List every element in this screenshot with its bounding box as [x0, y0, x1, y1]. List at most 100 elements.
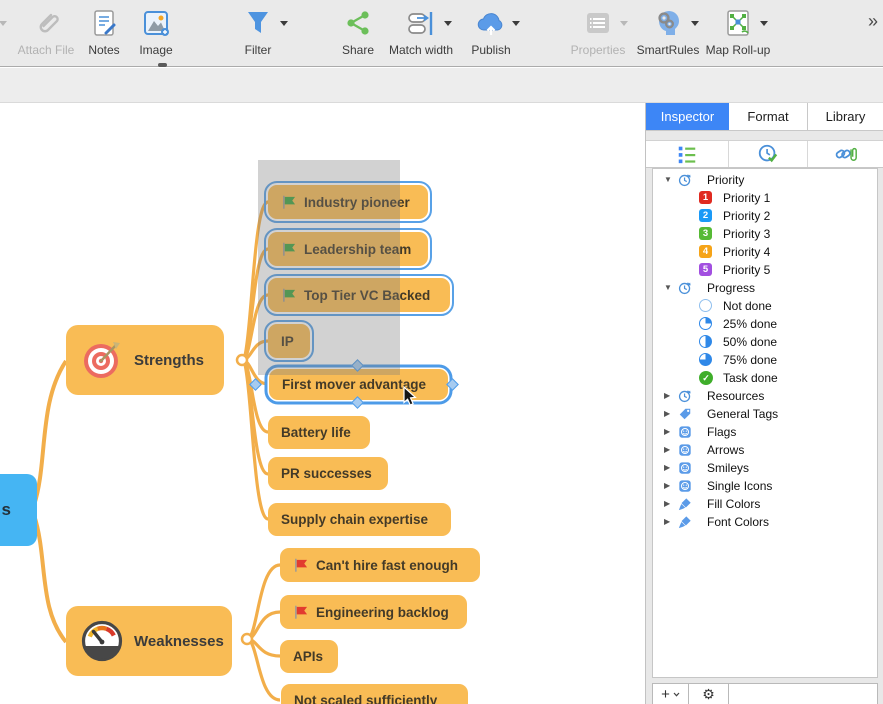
- tree-section-fill-colors[interactable]: ▶ Fill Colors: [653, 495, 877, 513]
- map-rollup-dropdown-caret-icon[interactable]: [760, 21, 768, 26]
- disclosure-closed-icon[interactable]: ▶: [664, 391, 670, 400]
- tree-section-label: Resources: [707, 389, 765, 403]
- tree-section-label: Fill Colors: [707, 497, 761, 511]
- tab-format[interactable]: Format: [729, 103, 808, 130]
- topic-supply-chain-expertise[interactable]: Supply chain expertise: [268, 503, 451, 536]
- toolbar-overflow-button[interactable]: »: [868, 11, 878, 32]
- panel-tab-bar: Inspector Format Library: [646, 103, 883, 131]
- subtab-links-attachments[interactable]: [808, 141, 883, 167]
- inspector-panel: Inspector Format Library ▼ Priority 1 Pr…: [645, 103, 883, 704]
- tree-item-label: 25% done: [723, 317, 778, 331]
- subtab-task-info[interactable]: [729, 141, 808, 167]
- tree-item-label: 75% done: [723, 353, 778, 367]
- priority-2-badge: 2: [699, 209, 712, 222]
- tree-section-label: Priority: [707, 173, 745, 187]
- priority-4-badge: 4: [699, 245, 712, 258]
- disclosure-closed-icon[interactable]: ▶: [664, 517, 670, 526]
- gauge-icon: [80, 619, 124, 663]
- settings-button[interactable]: ⚙: [689, 684, 729, 704]
- share-label: Share: [341, 43, 375, 57]
- tree-item-label: Task done: [723, 371, 778, 385]
- filter-dropdown-caret-icon[interactable]: [280, 21, 288, 26]
- subtab-task-list[interactable]: [646, 141, 729, 167]
- toolbar-splitter-handle[interactable]: [158, 63, 167, 67]
- tree-section-font-colors[interactable]: ▶ Font Colors: [653, 513, 877, 531]
- publish-button[interactable]: Publish: [445, 6, 537, 57]
- app-window: Attach File Notes Image Filter Share Mat…: [0, 0, 883, 704]
- topic-strengths[interactable]: Strengths: [66, 325, 224, 395]
- tree-section-general-tags[interactable]: ▶ General Tags: [653, 405, 877, 423]
- disclosure-closed-icon[interactable]: ▶: [664, 463, 670, 472]
- red-flag-icon: [293, 605, 309, 619]
- topic-label: Not scaled sufficiently: [294, 693, 438, 704]
- tree-item-50-done[interactable]: 50% done: [653, 333, 877, 351]
- central-topic-label: s: [1, 500, 11, 519]
- topic-battery-life[interactable]: Battery life: [268, 416, 370, 449]
- icon-marker-icon: [678, 461, 692, 478]
- publish-dropdown-caret-icon[interactable]: [512, 21, 520, 26]
- tree-item-task-done[interactable]: ✓ Task done: [653, 369, 877, 387]
- disclosure-closed-icon[interactable]: ▶: [664, 409, 670, 418]
- tree-section-arrows[interactable]: ▶ Arrows: [653, 441, 877, 459]
- tab-library[interactable]: Library: [808, 103, 883, 130]
- progress-0-icon: [699, 299, 712, 312]
- tree-item-label: Priority 5: [723, 263, 771, 277]
- tree-section-flags[interactable]: ▶ Flags: [653, 423, 877, 441]
- disclosure-closed-icon[interactable]: ▶: [664, 445, 670, 454]
- image-button[interactable]: Image: [110, 6, 202, 57]
- panel-footer: + ⚙: [652, 683, 878, 704]
- tree-item-not-done[interactable]: Not done: [653, 297, 877, 315]
- secondary-bar: [0, 68, 883, 103]
- tree-section-label: Flags: [707, 425, 737, 439]
- tree-item-label: Priority 4: [723, 245, 771, 259]
- tree-item-label: Not done: [723, 299, 772, 313]
- clock-icon: [678, 281, 692, 298]
- tab-inspector[interactable]: Inspector: [646, 103, 729, 130]
- tree-item-priority-1[interactable]: 1 Priority 1: [653, 189, 877, 207]
- map-rollup-icon: [721, 6, 755, 40]
- clock-icon: [678, 173, 692, 190]
- tree-item-priority-5[interactable]: 5 Priority 5: [653, 261, 877, 279]
- tree-item-priority-3[interactable]: 3 Priority 3: [653, 225, 877, 243]
- tree-section-progress[interactable]: ▼ Progress: [653, 279, 877, 297]
- priority-5-badge: 5: [699, 263, 712, 276]
- tree-item-25-done[interactable]: 25% done: [653, 315, 877, 333]
- tree-section-resources[interactable]: ▶ Resources: [653, 387, 877, 405]
- tree-item-priority-2[interactable]: 2 Priority 2: [653, 207, 877, 225]
- topic-weaknesses[interactable]: Weaknesses: [66, 606, 232, 676]
- tree-item-75-done[interactable]: 75% done: [653, 351, 877, 369]
- task-list-icon: [676, 143, 698, 165]
- topic-central[interactable]: s: [0, 474, 37, 546]
- tree-section-priority[interactable]: ▼ Priority: [653, 171, 877, 189]
- topic-pr-successes[interactable]: PR successes: [268, 457, 388, 490]
- add-marker-button[interactable]: +: [653, 684, 689, 704]
- share-icon: [341, 6, 375, 40]
- filter-button[interactable]: Filter: [212, 6, 304, 57]
- topic-not-scaled-sufficiently[interactable]: Not scaled sufficiently: [281, 684, 468, 704]
- topic-cant-hire-fast-enough[interactable]: Can't hire fast enough: [280, 548, 480, 582]
- tree-section-single-icons[interactable]: ▶ Single Icons: [653, 477, 877, 495]
- publish-label: Publish: [471, 43, 511, 57]
- topic-engineering-backlog[interactable]: Engineering backlog: [280, 595, 467, 629]
- disclosure-open-icon[interactable]: ▼: [664, 283, 672, 292]
- map-rollup-button[interactable]: Map Roll-up: [692, 6, 784, 57]
- tree-item-priority-4[interactable]: 4 Priority 4: [653, 243, 877, 261]
- disclosure-open-icon[interactable]: ▼: [664, 175, 672, 184]
- topic-label: Engineering backlog: [316, 604, 449, 620]
- disclosure-closed-icon[interactable]: ▶: [664, 427, 670, 436]
- priority-3-badge: 3: [699, 227, 712, 240]
- red-flag-icon: [293, 558, 309, 572]
- tree-section-label: Smileys: [707, 461, 750, 475]
- icon-marker-icon: [678, 425, 692, 442]
- topic-label: Weaknesses: [134, 632, 224, 650]
- mindmap-canvas[interactable]: s Strengths Weaknesses Industry pioneer …: [0, 103, 645, 704]
- topic-apis[interactable]: APIs: [280, 640, 338, 673]
- task-done-icon: ✓: [699, 371, 713, 385]
- tree-section-label: Arrows: [707, 443, 745, 457]
- topic-label: APIs: [293, 649, 324, 664]
- icon-marker-icon: [678, 443, 692, 460]
- disclosure-closed-icon[interactable]: ▶: [664, 499, 670, 508]
- tree-section-smileys[interactable]: ▶ Smileys: [653, 459, 877, 477]
- disclosure-closed-icon[interactable]: ▶: [664, 481, 670, 490]
- marker-tree: ▼ Priority 1 Priority 1 2 Priority 2 3 P…: [652, 168, 878, 678]
